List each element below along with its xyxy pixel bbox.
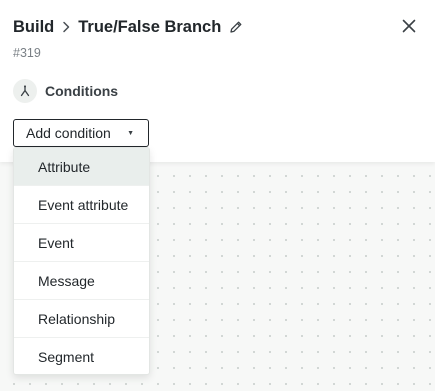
branch-settings-panel: Build True/False Branch #319 Conditions … (0, 0, 435, 162)
menu-item-segment[interactable]: Segment (14, 338, 149, 376)
chevron-right-icon (62, 21, 70, 33)
menu-item-event[interactable]: Event (14, 224, 149, 262)
breadcrumb-build[interactable]: Build (13, 18, 54, 37)
menu-item-attribute[interactable]: Attribute (14, 148, 149, 186)
close-button[interactable] (398, 15, 420, 37)
page-title: True/False Branch (78, 17, 222, 36)
pencil-icon[interactable] (229, 20, 243, 34)
menu-item-relationship[interactable]: Relationship (14, 300, 149, 338)
page: Build True/False Branch #319 Conditions … (0, 0, 435, 391)
add-condition-button[interactable]: Add condition ▼ (13, 119, 149, 147)
branch-icon (13, 79, 37, 103)
breadcrumb: Build True/False Branch (13, 16, 243, 38)
conditions-section-header: Conditions (13, 79, 118, 103)
condition-type-menu: Attribute Event attribute Event Message … (13, 147, 150, 375)
caret-down-icon: ▼ (127, 130, 134, 137)
close-icon (402, 19, 416, 33)
menu-item-event-attribute[interactable]: Event attribute (14, 186, 149, 224)
node-id: #319 (13, 46, 41, 60)
add-condition-label: Add condition (26, 125, 111, 141)
conditions-title: Conditions (45, 83, 119, 99)
menu-item-message[interactable]: Message (14, 262, 149, 300)
